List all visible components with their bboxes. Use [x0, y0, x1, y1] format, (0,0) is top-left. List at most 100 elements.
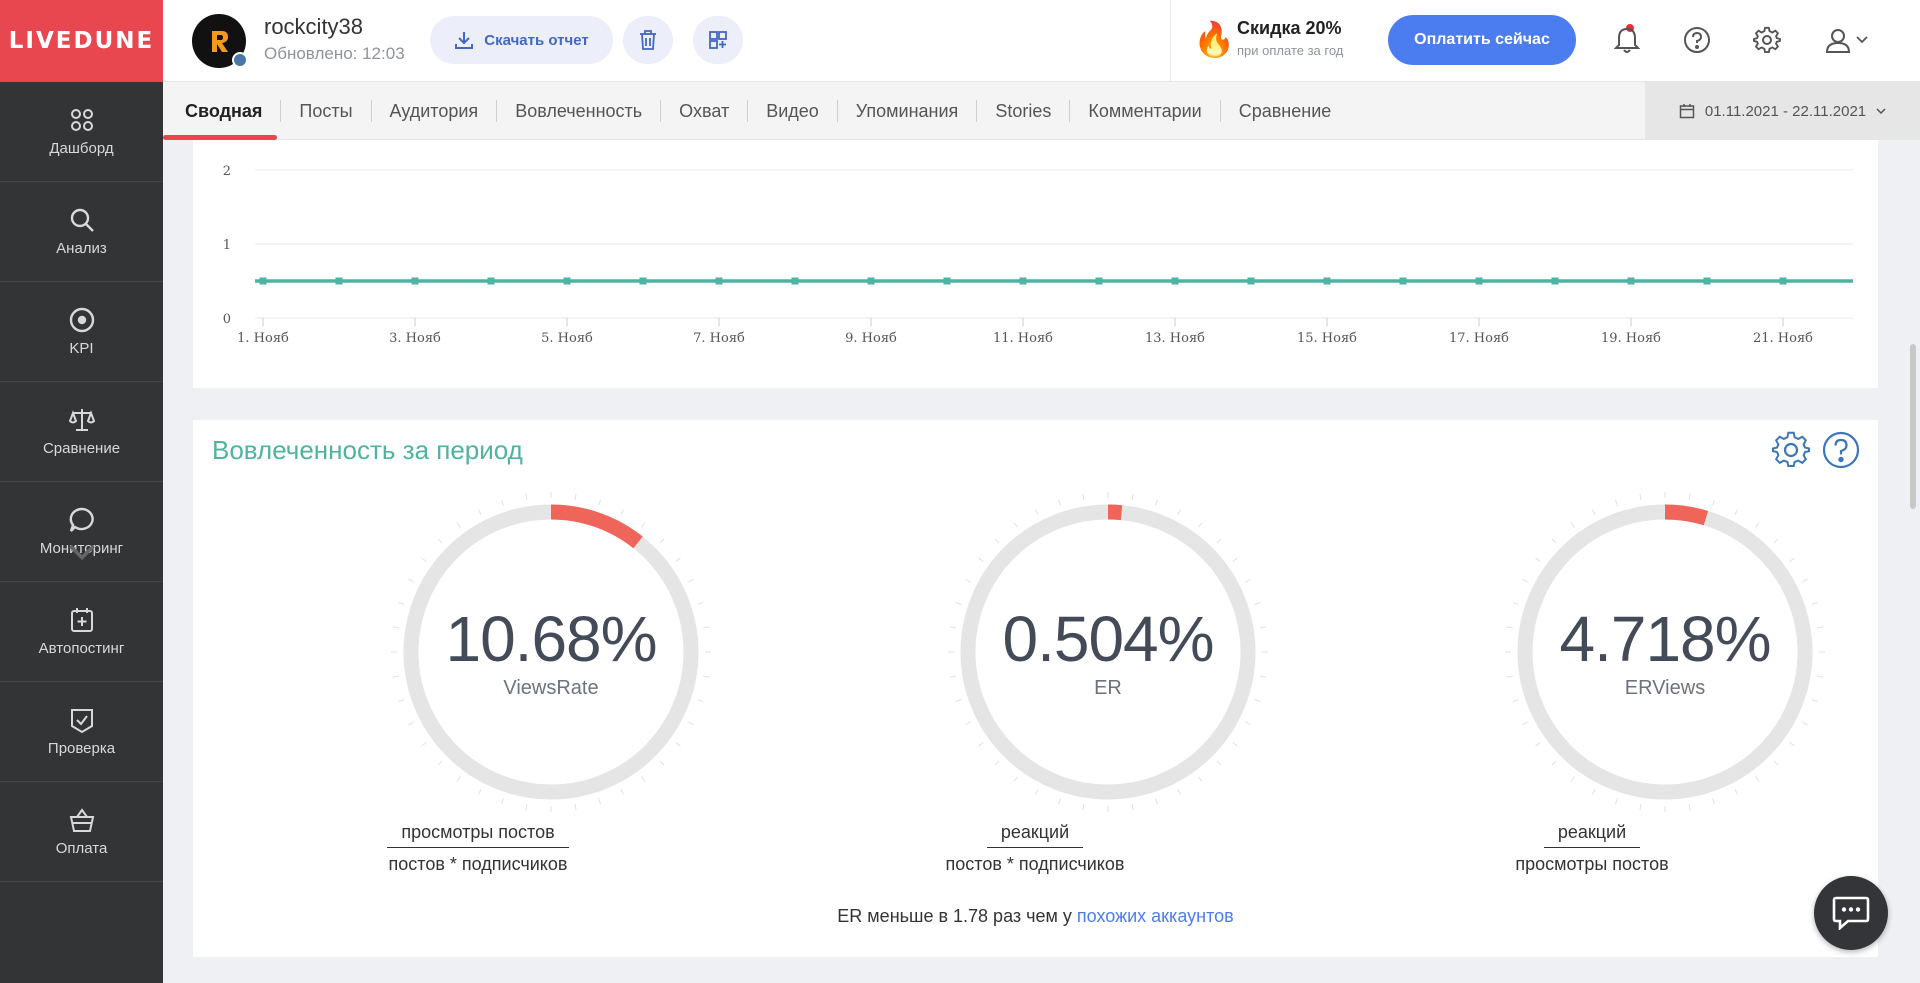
gauge-tick	[501, 499, 504, 506]
page-scrollbar[interactable]	[1910, 344, 1916, 509]
data-point	[1171, 277, 1179, 285]
gauge-tick	[1216, 760, 1222, 766]
sidebar-item-monitoring[interactable]: Мониторинг	[0, 482, 163, 582]
tab-engagement[interactable]: Вовлеченность	[497, 100, 662, 122]
help-button[interactable]	[1679, 22, 1715, 58]
gauge-tick	[687, 721, 694, 726]
tab-comparison[interactable]: Сравнение	[1221, 100, 1350, 122]
formula-denominator: просмотры постов	[1515, 854, 1669, 874]
vk-badge-icon	[232, 52, 248, 68]
chevron-down-icon	[68, 544, 95, 561]
gauge-tick	[1232, 742, 1238, 747]
gauge-tick	[501, 798, 504, 805]
gauge-tick	[598, 798, 601, 805]
tab-summary[interactable]: Сводная	[185, 100, 282, 122]
engagement-title: Вовлеченность за период	[212, 435, 523, 465]
promo-title: Скидка 20%	[1237, 18, 1342, 38]
gauge-tick	[1591, 509, 1596, 516]
gauge-tick	[620, 509, 625, 516]
support-chat-button[interactable]	[1814, 876, 1888, 950]
gauge-tick	[1639, 493, 1642, 500]
gauge-tick	[1216, 538, 1222, 544]
livedune-logo[interactable]: LIVEDUNE	[0, 0, 163, 82]
y-tick-label: 0	[223, 312, 231, 327]
x-tick-label: 5. Нояб	[541, 331, 593, 346]
notifications-button[interactable]	[1609, 22, 1645, 58]
gauge-tick	[1013, 522, 1018, 528]
gauge-tick	[477, 788, 482, 795]
gauge-tick	[1058, 798, 1061, 805]
tab-mentions[interactable]: Упоминания	[838, 100, 978, 122]
gear-icon[interactable]	[1771, 430, 1811, 470]
tab-audience[interactable]: Аудитория	[372, 100, 498, 122]
x-tick-label: 21. Нояб	[1753, 331, 1813, 346]
gauge-tick	[574, 804, 577, 811]
gauge-tick	[421, 557, 427, 562]
settings-button[interactable]	[1749, 22, 1785, 58]
gauge-tick	[675, 557, 681, 562]
y-tick-label: 1	[223, 238, 231, 253]
x-tick-label: 11. Нояб	[993, 331, 1053, 346]
pay-now-button[interactable]: Оплатить сейчас	[1388, 15, 1576, 65]
tab-video[interactable]: Видео	[748, 100, 838, 122]
date-range-picker[interactable]: 01.11.2021 - 22.11.2021	[1645, 82, 1920, 140]
gauge-tick	[1522, 578, 1529, 583]
tab-reach[interactable]: Охват	[661, 100, 749, 122]
gauge-tick	[525, 804, 528, 811]
gauge-tick	[525, 493, 528, 500]
gauge-tick	[1639, 804, 1642, 811]
gauge-tick	[574, 493, 577, 500]
x-tick-label: 13. Нояб	[1145, 331, 1205, 346]
x-tick-label: 15. Нояб	[1297, 331, 1357, 346]
sidebar-item-label: KPI	[69, 340, 94, 357]
gauge-viewsrate: 10.68% ViewsRate	[391, 492, 711, 812]
gauge-tick	[1712, 499, 1715, 506]
gauge-tick	[1773, 538, 1779, 544]
download-report-label: Скачать отчет	[484, 31, 589, 49]
sidebar-item-check[interactable]: Проверка	[0, 682, 163, 782]
gauge-tick	[620, 788, 625, 795]
sidebar-item-label: Проверка	[47, 740, 116, 757]
formula-numerator: реакций	[986, 822, 1084, 848]
gauge-tick	[1789, 742, 1795, 747]
gauge-erviews: 4.718% ERViews	[1505, 492, 1825, 812]
formula-numerator: просмотры постов	[387, 822, 569, 848]
profile-menu-button[interactable]	[1821, 22, 1871, 58]
search-icon	[70, 208, 94, 232]
gauge-value: 10.68%	[445, 603, 657, 675]
gauge-label: ER	[1094, 677, 1122, 699]
sidebar-item-analysis[interactable]: Анализ	[0, 182, 163, 282]
sidebar-item-dashboard[interactable]: Дашборд	[0, 82, 163, 182]
updated-time: Обновлено: 12:03	[264, 44, 405, 63]
trash-icon	[640, 30, 656, 50]
gauge-tick	[1734, 788, 1739, 795]
gauge-tick	[1013, 776, 1018, 782]
data-point	[411, 277, 419, 285]
gauge-tick	[965, 721, 972, 726]
gauge-tick	[421, 742, 427, 747]
sidebar-item-compare[interactable]: Сравнение	[0, 382, 163, 482]
delete-button[interactable]	[623, 16, 673, 64]
sidebar-item-autoposting[interactable]: Автопостинг	[0, 582, 163, 682]
sidebar-item-payment[interactable]: Оплата	[0, 782, 163, 882]
line-chart: 0121. Нояб 3. Нояб 5. Нояб 7. Нояб 9. Нояб 11…	[223, 164, 1853, 346]
gauge-tick	[965, 578, 972, 583]
gauge-tick	[598, 499, 601, 506]
chevron-down-icon	[1876, 107, 1886, 114]
gauge-tick	[1570, 522, 1575, 528]
calendar-icon	[1679, 104, 1695, 119]
gauge-tick	[1551, 760, 1557, 766]
calendar-plus-icon	[70, 608, 93, 632]
gauge-tick	[1615, 798, 1618, 805]
similar-accounts-link[interactable]: похожих аккаунтов	[1077, 906, 1234, 926]
x-tick-label: 7. Нояб	[693, 331, 745, 346]
help-circle-icon[interactable]	[1821, 430, 1861, 470]
data-point	[791, 277, 799, 285]
download-report-button[interactable]: Скачать отчет	[430, 16, 613, 64]
gauge-tick	[408, 578, 415, 583]
widgets-button[interactable]	[693, 16, 743, 64]
sidebar-item-kpi[interactable]: KPI	[0, 282, 163, 382]
tab-stories[interactable]: Stories	[977, 100, 1071, 122]
tab-comments[interactable]: Комментарии	[1070, 100, 1221, 122]
tab-posts[interactable]: Посты	[281, 100, 372, 122]
